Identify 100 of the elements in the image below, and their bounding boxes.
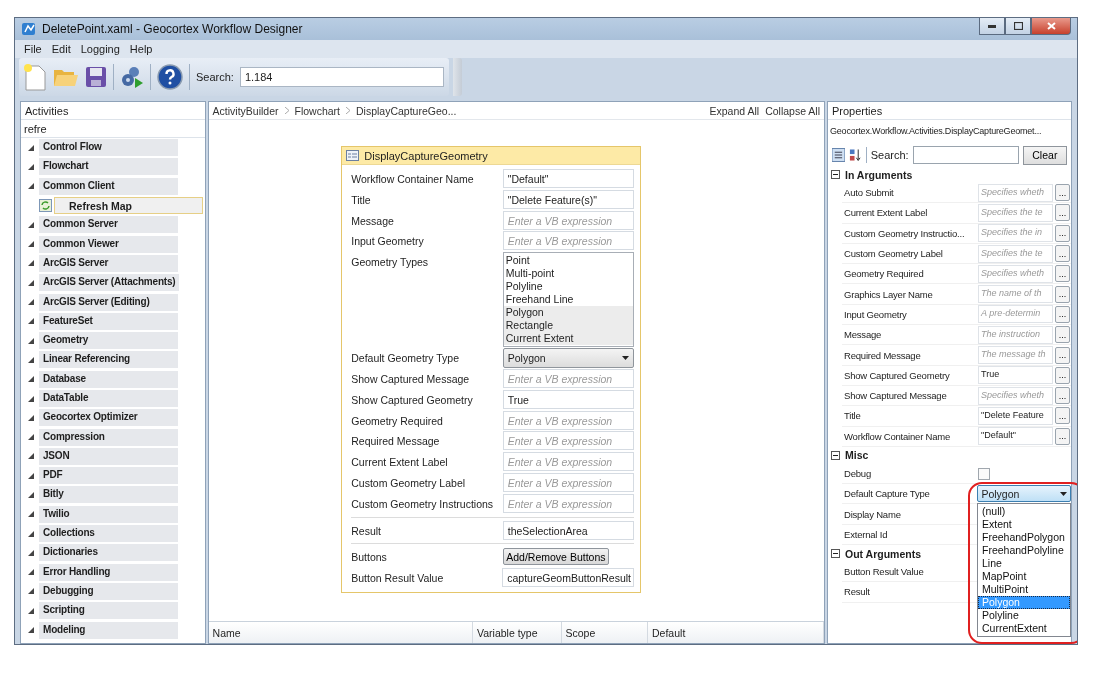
category-item[interactable]: FeatureSet bbox=[39, 312, 178, 330]
ellipsis-button[interactable]: ... bbox=[1055, 184, 1070, 202]
category-item[interactable]: Scripting bbox=[39, 602, 178, 620]
add-remove-button[interactable]: Add/Remove Buttons bbox=[503, 548, 609, 566]
category-item[interactable]: Control Flow bbox=[39, 139, 178, 157]
expander-icon[interactable] bbox=[28, 337, 34, 344]
clear-button[interactable]: Clear bbox=[1022, 145, 1067, 165]
ellipsis-button[interactable]: ... bbox=[1055, 366, 1070, 384]
category-item[interactable]: PDF bbox=[39, 467, 178, 485]
expander-icon[interactable] bbox=[28, 434, 34, 441]
close-button[interactable] bbox=[1031, 18, 1071, 35]
category-item[interactable]: Database bbox=[39, 370, 178, 388]
breadcrumb-link[interactable]: Flowchart bbox=[294, 104, 340, 117]
expander-icon[interactable] bbox=[28, 376, 34, 383]
menu-item[interactable]: Help bbox=[124, 43, 158, 55]
expander-icon[interactable] bbox=[28, 241, 34, 248]
sort-icon[interactable] bbox=[848, 148, 862, 162]
column-header[interactable]: Scope bbox=[561, 622, 649, 643]
input-field[interactable]: "Default" bbox=[502, 169, 635, 188]
expander-icon[interactable] bbox=[28, 492, 34, 498]
category-item[interactable]: Geometry bbox=[39, 332, 178, 350]
ellipsis-button[interactable]: ... bbox=[1055, 265, 1070, 283]
category-item[interactable]: Geocortex Optimizer bbox=[39, 409, 178, 427]
category-item[interactable]: Compression bbox=[39, 428, 178, 446]
expander-icon[interactable] bbox=[28, 569, 34, 576]
list-option[interactable]: Polygon bbox=[503, 306, 634, 320]
categorized-icon[interactable] bbox=[832, 148, 845, 162]
property-field[interactable]: True bbox=[978, 366, 1053, 385]
expander-icon[interactable] bbox=[28, 279, 34, 286]
dropdown[interactable]: Polygon bbox=[977, 485, 1071, 503]
expander-icon[interactable] bbox=[28, 588, 34, 595]
expander-icon[interactable] bbox=[28, 511, 34, 518]
expand-all-link[interactable]: Expand All bbox=[709, 104, 760, 117]
category-item[interactable]: Flowchart bbox=[39, 158, 178, 176]
property-field[interactable]: "Delete Feature bbox=[978, 406, 1053, 425]
expander-icon[interactable] bbox=[28, 472, 34, 479]
expander-icon[interactable] bbox=[28, 299, 34, 305]
expander-icon[interactable] bbox=[28, 395, 34, 402]
input-field[interactable]: True bbox=[502, 389, 635, 409]
ellipsis-button[interactable]: ... bbox=[1055, 407, 1070, 425]
column-header[interactable]: Variable type bbox=[473, 622, 562, 643]
category-item[interactable]: Dictionaries bbox=[39, 544, 178, 562]
input-field[interactable]: theSelectionArea bbox=[502, 520, 635, 540]
expander-icon[interactable] bbox=[28, 183, 34, 190]
help-icon[interactable] bbox=[157, 64, 183, 90]
category-item[interactable]: Twilio bbox=[39, 505, 178, 523]
column-header[interactable]: Name bbox=[208, 622, 473, 643]
menu-item[interactable]: Edit bbox=[46, 43, 76, 55]
search-field[interactable]: 1.184 bbox=[239, 67, 444, 87]
input-field[interactable]: captureGeomButtonResult bbox=[502, 568, 635, 588]
ellipsis-button[interactable]: ... bbox=[1055, 224, 1070, 242]
category-item[interactable]: Common Client bbox=[39, 177, 178, 195]
expander-icon[interactable] bbox=[28, 607, 34, 614]
ellipsis-button[interactable]: ... bbox=[1055, 427, 1070, 445]
list-box[interactable]: Point Multi-point Polyline Freehand Line Polygon Rectangle Current Extent bbox=[502, 252, 635, 348]
expander-icon[interactable] bbox=[28, 530, 34, 537]
breadcrumb-link[interactable]: ActivityBuilder bbox=[212, 104, 279, 117]
menu-item[interactable]: Logging bbox=[75, 43, 125, 55]
category-item[interactable]: Debugging bbox=[39, 582, 178, 600]
category-item[interactable]: Linear Referencing bbox=[39, 351, 178, 369]
ellipsis-button[interactable]: ... bbox=[1055, 326, 1070, 344]
ellipsis-button[interactable]: ... bbox=[1055, 387, 1070, 405]
expander-icon[interactable] bbox=[28, 318, 34, 325]
collapse-all-link[interactable]: Collapse All bbox=[765, 104, 820, 117]
collapse-icon[interactable] bbox=[831, 549, 840, 559]
ellipsis-button[interactable]: ... bbox=[1055, 245, 1070, 263]
toolbar-grip[interactable] bbox=[453, 58, 462, 96]
property-field[interactable]: "Default" bbox=[978, 427, 1053, 446]
list-option[interactable]: Current Extent bbox=[503, 332, 634, 346]
expander-icon[interactable] bbox=[28, 414, 34, 421]
ellipsis-button[interactable]: ... bbox=[1055, 285, 1070, 303]
dropdown[interactable]: Polygon bbox=[502, 348, 635, 369]
expander-icon[interactable] bbox=[28, 163, 34, 170]
expander-icon[interactable] bbox=[28, 356, 34, 363]
ellipsis-button[interactable]: ... bbox=[1055, 204, 1070, 222]
save-icon[interactable] bbox=[85, 66, 107, 88]
category-item[interactable]: Collections bbox=[39, 525, 178, 543]
category-item[interactable]: DataTable bbox=[39, 390, 178, 407]
search-field[interactable] bbox=[912, 146, 1019, 164]
expander-icon[interactable] bbox=[28, 144, 34, 151]
category-item[interactable]: Common Server bbox=[39, 216, 178, 234]
expander-icon[interactable] bbox=[28, 260, 34, 267]
category-item[interactable]: ArcGIS Server (Editing) bbox=[39, 293, 178, 311]
expander-icon[interactable] bbox=[28, 221, 34, 228]
ellipsis-button[interactable]: ... bbox=[1055, 346, 1070, 364]
breadcrumb-link[interactable]: DisplayCaptureGeo... bbox=[356, 104, 457, 117]
maximize-button[interactable] bbox=[1005, 18, 1031, 35]
column-header[interactable]: Default bbox=[648, 622, 824, 643]
checkbox[interactable] bbox=[978, 467, 990, 480]
category-item[interactable]: JSON bbox=[39, 447, 178, 465]
category-item[interactable]: Bitly bbox=[39, 486, 178, 504]
ellipsis-button[interactable]: ... bbox=[1055, 305, 1070, 323]
expander-icon[interactable] bbox=[28, 453, 34, 460]
collapse-icon[interactable] bbox=[831, 450, 840, 460]
filter-field[interactable]: refre bbox=[21, 120, 205, 138]
category-item[interactable]: Error Handling bbox=[39, 563, 178, 581]
activity-item[interactable]: Refresh Map bbox=[54, 197, 203, 215]
category-item[interactable]: ArcGIS Server bbox=[39, 254, 178, 272]
expander-icon[interactable] bbox=[28, 549, 34, 556]
list-option[interactable]: Rectangle bbox=[503, 319, 634, 333]
